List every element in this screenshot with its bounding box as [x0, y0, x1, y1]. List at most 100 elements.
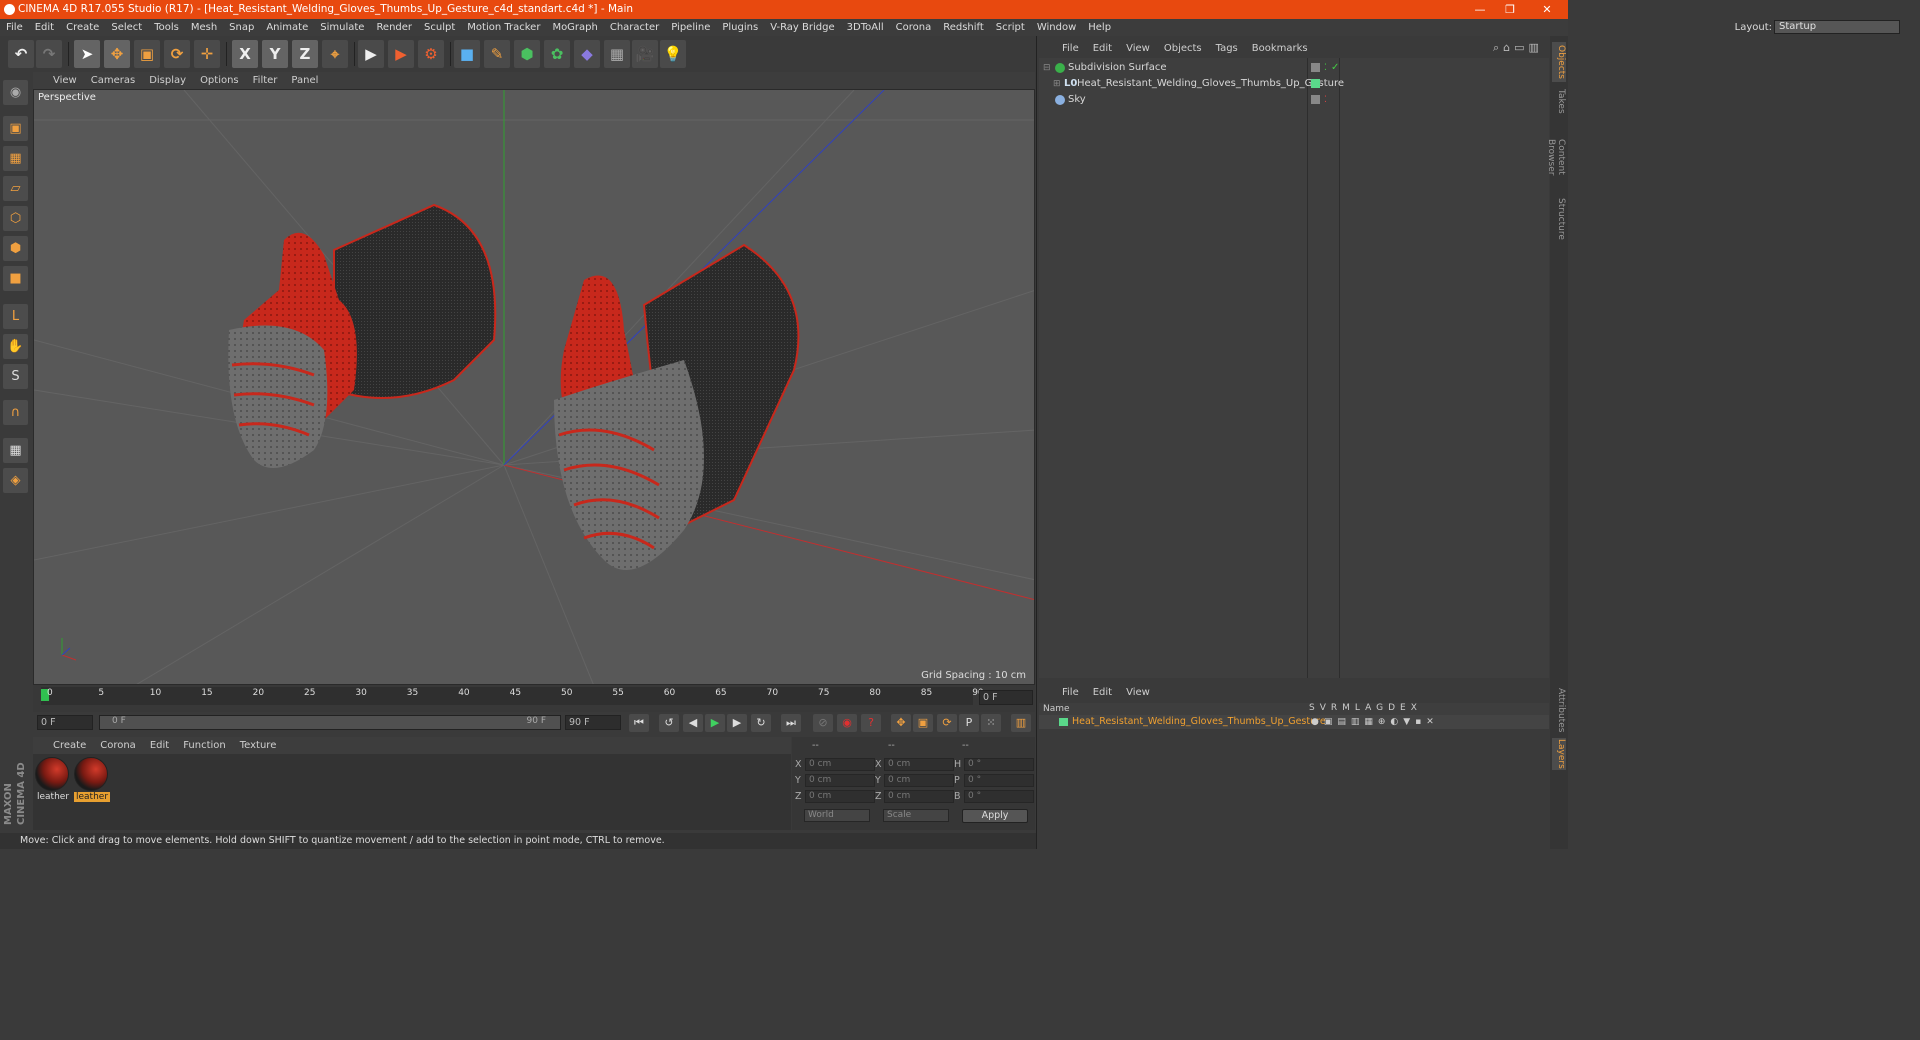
- position-y-field[interactable]: 0 cm: [805, 774, 875, 787]
- visibility-dots-icon[interactable]: ⁚: [1324, 60, 1327, 76]
- material-swatch[interactable]: leather: [35, 757, 71, 805]
- material-swatch-selected[interactable]: leather: [74, 757, 110, 805]
- close-button[interactable]: ✕: [1532, 0, 1562, 19]
- step-forward-icon[interactable]: ▶: [727, 714, 747, 732]
- object-name[interactable]: Subdivision Surface: [1068, 60, 1167, 76]
- layer-menu-view[interactable]: View: [1126, 687, 1150, 698]
- model-mode-icon[interactable]: ▣: [3, 116, 28, 141]
- menu-animate[interactable]: Animate: [260, 19, 314, 36]
- right-glove-model[interactable]: [554, 243, 800, 570]
- scale-tool-icon[interactable]: ▣: [134, 40, 160, 68]
- viewport-menu-display[interactable]: Display: [149, 75, 186, 86]
- viewport-menu-options[interactable]: Options: [200, 75, 239, 86]
- enabled-check-icon[interactable]: ✓: [1331, 60, 1339, 76]
- coordinate-space-select[interactable]: World: [804, 809, 870, 822]
- size-x-field[interactable]: 0 cm: [884, 758, 954, 771]
- subdivision-surface-icon[interactable]: ⬢: [514, 40, 540, 68]
- material-menu-function[interactable]: Function: [183, 740, 226, 751]
- lock-workplane-icon[interactable]: ▦: [3, 438, 28, 463]
- size-z-field[interactable]: 0 cm: [884, 790, 954, 803]
- material-menu-corona[interactable]: Corona: [100, 740, 136, 751]
- menu-edit[interactable]: Edit: [29, 19, 60, 36]
- restore-button[interactable]: ❐: [1495, 0, 1525, 19]
- current-frame-field[interactable]: 0 F: [979, 690, 1033, 705]
- menu-sculpt[interactable]: Sculpt: [418, 19, 461, 36]
- render-picture-viewer-icon[interactable]: ▶: [388, 40, 414, 68]
- go-to-start-icon[interactable]: ⏮: [629, 714, 649, 732]
- coordinate-system-icon[interactable]: ⌖: [322, 40, 348, 68]
- go-to-previous-keyframe-icon[interactable]: ↺: [659, 714, 679, 732]
- menu-tools[interactable]: Tools: [148, 19, 185, 36]
- object-menu-tags[interactable]: Tags: [1216, 43, 1238, 54]
- menu-help[interactable]: Help: [1082, 19, 1117, 36]
- points-mode-icon[interactable]: ⬡: [3, 206, 28, 231]
- timeline-window-icon[interactable]: ▥: [1011, 714, 1031, 732]
- play-forwards-icon[interactable]: ▶: [705, 714, 725, 732]
- menu-pipeline[interactable]: Pipeline: [665, 19, 716, 36]
- object-menu-file[interactable]: File: [1062, 43, 1079, 54]
- polygons-mode-icon[interactable]: ■: [3, 266, 28, 291]
- object-manager-search-home-icons[interactable]: ⌕⌂▭▥: [1493, 41, 1543, 55]
- viewport-menu-panel[interactable]: Panel: [291, 75, 318, 86]
- object-menu-objects[interactable]: Objects: [1164, 43, 1202, 54]
- pen-spline-icon[interactable]: ✎: [484, 40, 510, 68]
- material-menu-edit[interactable]: Edit: [150, 740, 169, 751]
- menu-3dtoall[interactable]: 3DToAll: [841, 19, 890, 36]
- object-menu-edit[interactable]: Edit: [1093, 43, 1112, 54]
- autokeying-icon[interactable]: ◉: [837, 714, 857, 732]
- menu-create[interactable]: Create: [60, 19, 105, 36]
- tab-structure[interactable]: Structure: [1552, 198, 1566, 240]
- visibility-dots-icon[interactable]: ⁚: [1324, 76, 1327, 92]
- move-tool-icon[interactable]: ✥: [104, 40, 130, 68]
- step-back-icon[interactable]: ◀: [683, 714, 703, 732]
- planar-workplane-icon[interactable]: ◈: [3, 468, 28, 493]
- layer-menu-edit[interactable]: Edit: [1093, 687, 1112, 698]
- menu-vray-bridge[interactable]: V-Ray Bridge: [764, 19, 840, 36]
- tab-takes[interactable]: Takes: [1552, 86, 1566, 116]
- undo-icon[interactable]: ↶: [8, 40, 34, 68]
- menu-window[interactable]: Window: [1031, 19, 1082, 36]
- object-menu-bookmarks[interactable]: Bookmarks: [1252, 43, 1308, 54]
- material-menu-texture[interactable]: Texture: [240, 740, 277, 751]
- tab-layers[interactable]: Layers: [1552, 738, 1566, 770]
- go-to-end-icon[interactable]: ⏭: [781, 714, 801, 732]
- menu-simulate[interactable]: Simulate: [314, 19, 370, 36]
- floor-icon[interactable]: ▦: [604, 40, 630, 68]
- menu-plugins[interactable]: Plugins: [716, 19, 764, 36]
- redo-icon[interactable]: ↷: [36, 40, 62, 68]
- tab-objects[interactable]: Objects: [1552, 42, 1566, 82]
- tab-content-browser[interactable]: Content Browser: [1546, 120, 1566, 194]
- object-name[interactable]: Heat_Resistant_Welding_Gloves_Thumbs_Up_…: [1077, 76, 1344, 92]
- object-row[interactable]: Sky ⁚: [1039, 92, 1549, 108]
- record-position-icon[interactable]: ✥: [891, 714, 911, 732]
- visibility-dots-icon[interactable]: ⁚: [1324, 92, 1327, 108]
- menu-mograph[interactable]: MoGraph: [546, 19, 603, 36]
- end-frame-field[interactable]: 90 F: [565, 715, 621, 730]
- sculpt-mode-icon[interactable]: ◉: [3, 80, 28, 105]
- rotation-b-field[interactable]: 0 °: [964, 790, 1034, 803]
- start-frame-field[interactable]: 0 F: [37, 715, 93, 730]
- menu-render[interactable]: Render: [370, 19, 418, 36]
- menu-mesh[interactable]: Mesh: [185, 19, 223, 36]
- menu-corona[interactable]: Corona: [890, 19, 938, 36]
- x-axis-lock-icon[interactable]: X: [232, 40, 258, 68]
- layer-row[interactable]: Heat_Resistant_Welding_Gloves_Thumbs_Up_…: [1039, 715, 1549, 729]
- frame-range-slider[interactable]: 0 F 90 F: [99, 715, 561, 730]
- position-z-field[interactable]: 0 cm: [805, 790, 875, 803]
- layer-icon[interactable]: [1311, 63, 1320, 72]
- menu-snap[interactable]: Snap: [223, 19, 260, 36]
- tab-attributes[interactable]: Attributes: [1552, 686, 1566, 734]
- collapse-icon[interactable]: ⊟: [1043, 60, 1051, 76]
- material-menu-create[interactable]: Create: [53, 740, 86, 751]
- record-parameter-icon[interactable]: P: [959, 714, 979, 732]
- workplane-mode-icon[interactable]: ▱: [3, 176, 28, 201]
- record-scale-icon[interactable]: ▣: [913, 714, 933, 732]
- menu-script[interactable]: Script: [990, 19, 1031, 36]
- viewport-menu-cameras[interactable]: Cameras: [91, 75, 135, 86]
- record-active-objects-icon[interactable]: ⊘: [813, 714, 833, 732]
- viewport-camera-label[interactable]: Perspective: [38, 92, 96, 103]
- deformer-icon[interactable]: ◆: [574, 40, 600, 68]
- layout-select[interactable]: Startup: [1774, 20, 1900, 34]
- menu-select[interactable]: Select: [105, 19, 148, 36]
- layer-color-icon[interactable]: [1059, 718, 1068, 726]
